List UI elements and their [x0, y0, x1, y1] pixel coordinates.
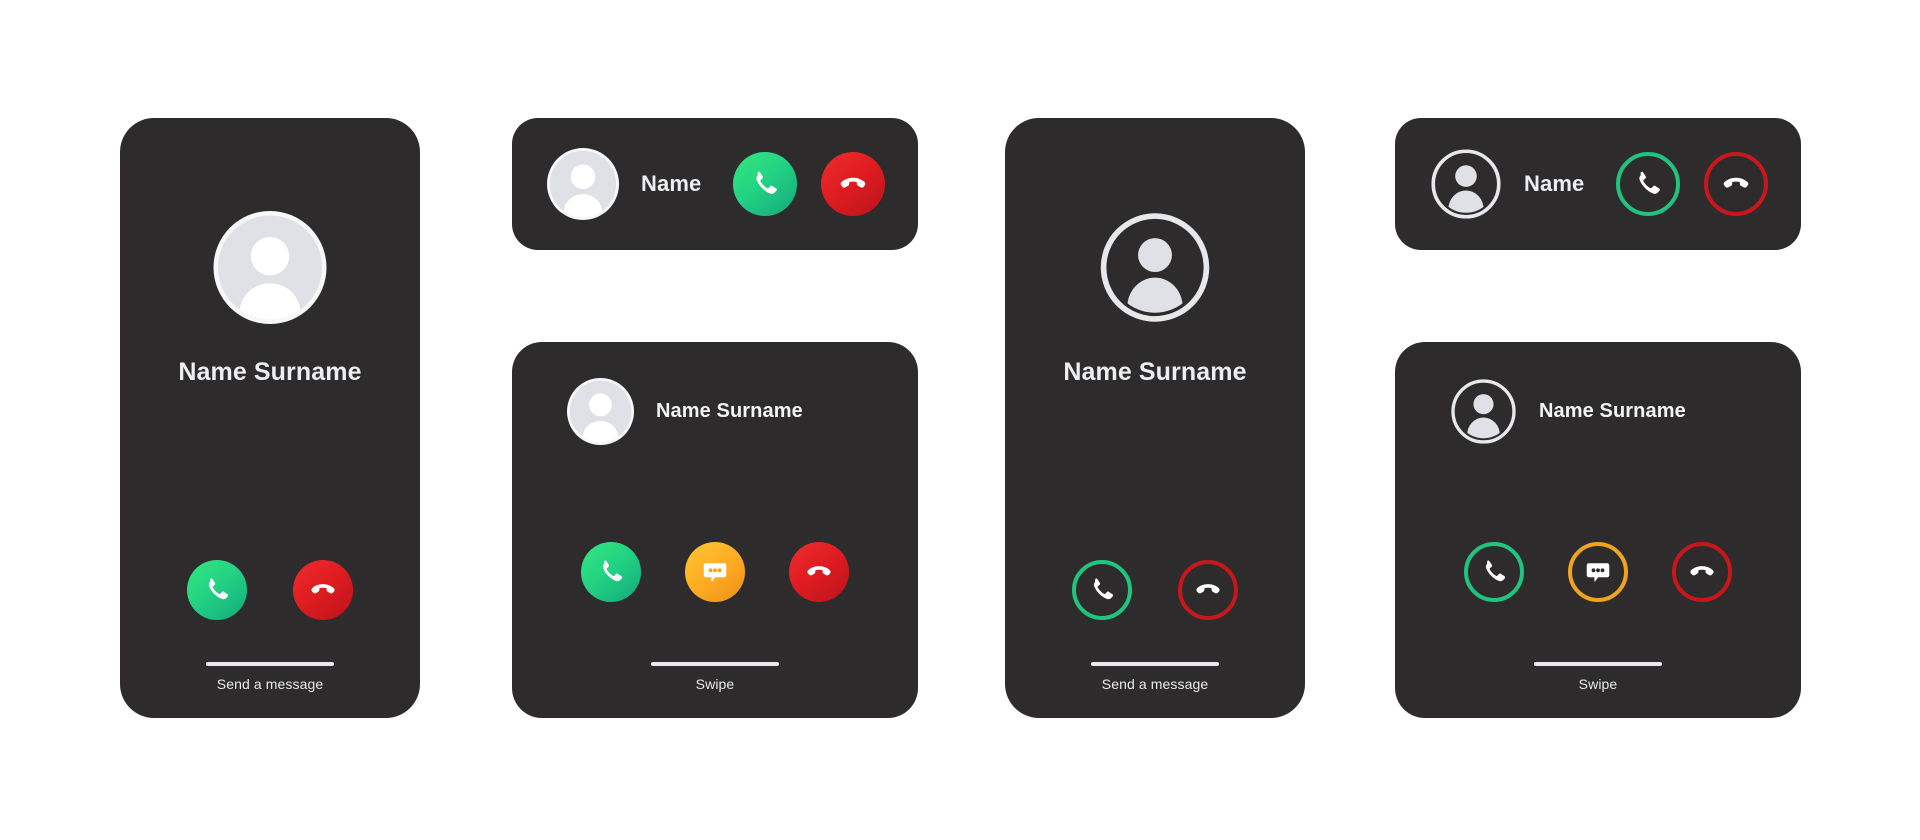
banner-row: Name — [1430, 118, 1769, 250]
phone-icon — [1639, 171, 1661, 194]
accept-call-button[interactable] — [581, 542, 641, 602]
call-action-row — [512, 542, 918, 602]
contact-name: Name Surname — [1539, 400, 1686, 422]
incoming-call-banner-filled: Name — [512, 118, 918, 250]
decline-call-button[interactable] — [293, 560, 353, 620]
incoming-call-panel-outline: Name Surname Swipe — [1395, 342, 1801, 718]
incoming-call-panel-filled: Name Surname Swipe — [512, 342, 918, 718]
decline-call-button[interactable] — [789, 542, 849, 602]
panel-identity-row: Name Surname — [567, 378, 803, 445]
panel-identity-row: Name Surname — [1450, 378, 1686, 445]
footer-hint-area: Swipe — [512, 662, 918, 692]
footer-hint-area: Send a message — [120, 662, 420, 692]
accept-call-button[interactable] — [1464, 542, 1524, 602]
phone-hangup-icon — [1724, 177, 1749, 188]
contact-name: Name Surname — [656, 400, 803, 422]
message-bubble-icon — [1586, 563, 1610, 582]
phone-hangup-icon — [841, 177, 866, 188]
avatar — [567, 378, 634, 445]
phone-icon — [208, 578, 229, 600]
decline-call-button[interactable] — [1672, 542, 1732, 602]
avatar — [1430, 148, 1502, 220]
phone-icon — [1093, 578, 1114, 600]
swipe-indicator[interactable] — [651, 662, 779, 666]
message-bubble-icon — [703, 563, 727, 582]
screen-canvas: Name Surname Send a message Name Name Su… — [0, 0, 1920, 840]
decline-call-button[interactable] — [821, 152, 886, 216]
incoming-call-fullscreen-filled: Name Surname Send a message — [120, 118, 420, 718]
footer-hint[interactable]: Swipe — [1395, 676, 1801, 692]
phone-icon — [756, 171, 778, 194]
decline-call-button[interactable] — [1704, 152, 1769, 216]
phone-hangup-icon — [1196, 584, 1220, 594]
call-action-row — [120, 560, 420, 620]
message-button[interactable] — [1568, 542, 1628, 602]
footer-hint[interactable]: Send a message — [1005, 676, 1305, 692]
message-button[interactable] — [685, 542, 745, 602]
avatar — [547, 148, 619, 220]
incoming-call-banner-outline: Name — [1395, 118, 1801, 250]
phone-icon — [1485, 560, 1506, 582]
contact-name: Name Surname — [1063, 358, 1247, 386]
footer-hint-area: Swipe — [1395, 662, 1801, 692]
phone-hangup-icon — [1690, 566, 1714, 576]
accept-call-button[interactable] — [1072, 560, 1132, 620]
call-action-row — [1395, 542, 1801, 602]
phone-icon — [602, 560, 623, 582]
accept-call-button[interactable] — [733, 152, 798, 216]
avatar — [213, 211, 327, 324]
phone-hangup-icon — [807, 566, 831, 576]
footer-hint[interactable]: Swipe — [512, 676, 918, 692]
incoming-call-fullscreen-outline: Name Surname Send a message — [1005, 118, 1305, 718]
avatar — [1450, 378, 1517, 445]
accept-call-button[interactable] — [187, 560, 247, 620]
accept-call-button[interactable] — [1616, 152, 1681, 216]
contact-name: Name Surname — [178, 358, 362, 386]
swipe-indicator[interactable] — [1534, 662, 1662, 666]
banner-row: Name — [547, 118, 886, 250]
decline-call-button[interactable] — [1178, 560, 1238, 620]
avatar — [1099, 211, 1212, 324]
call-action-row — [1005, 560, 1305, 620]
contact-name: Name — [641, 171, 702, 196]
footer-hint[interactable]: Send a message — [120, 676, 420, 692]
home-indicator[interactable] — [206, 662, 334, 666]
home-indicator[interactable] — [1091, 662, 1219, 666]
footer-hint-area: Send a message — [1005, 662, 1305, 692]
phone-hangup-icon — [311, 584, 335, 594]
contact-name: Name — [1524, 171, 1585, 196]
